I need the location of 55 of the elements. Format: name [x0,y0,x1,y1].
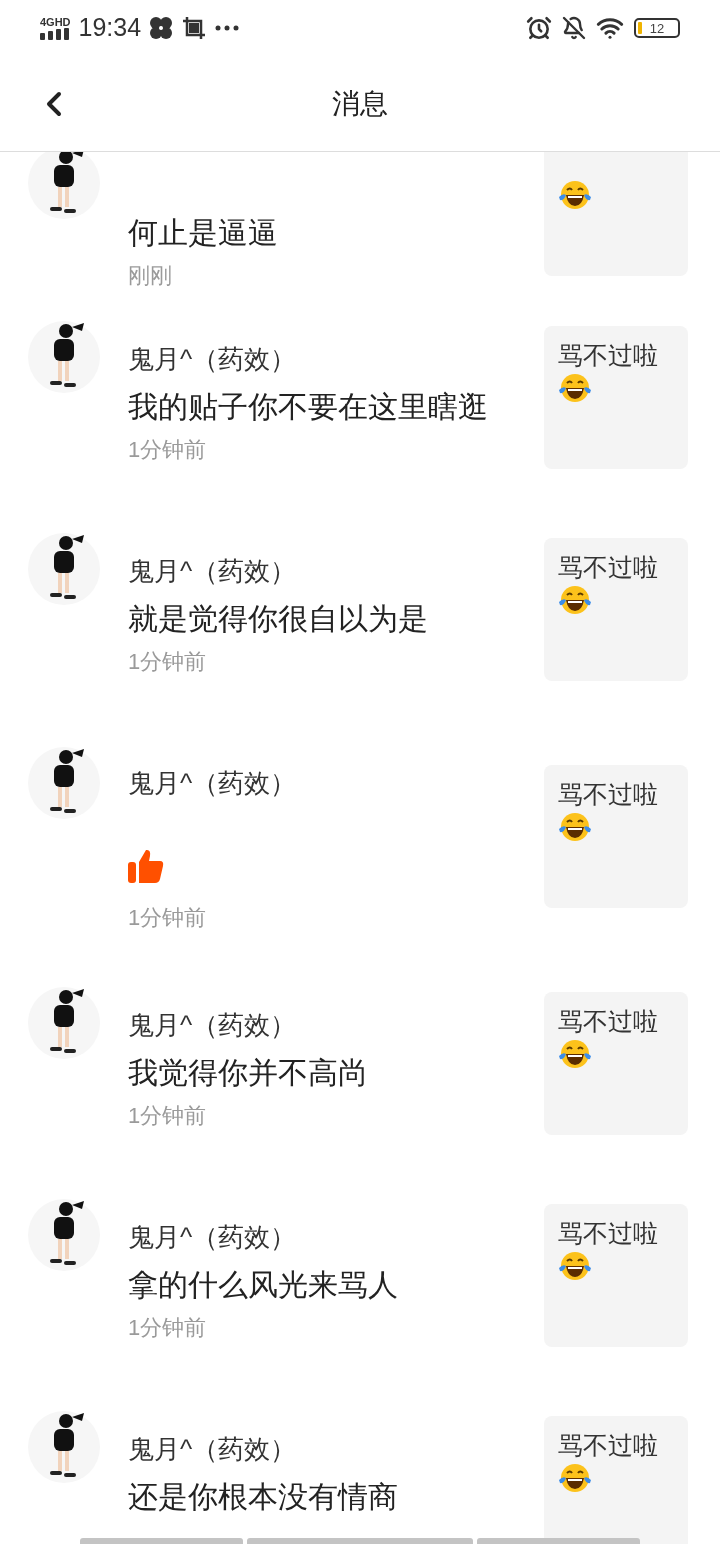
avatar[interactable] [28,319,100,395]
timestamp: 1分钟前 [128,1102,208,1130]
avatar[interactable] [28,1409,100,1485]
avatar[interactable] [28,985,100,1061]
laughing-emoji-icon [558,371,592,404]
avatar[interactable] [28,745,100,821]
message-text: 就是觉得你很自以为是 [128,601,429,637]
timestamp: 1分钟前 [128,436,208,464]
alarm-icon [526,15,552,41]
timestamp: 刚刚 [128,262,173,290]
quoted-comment: 骂不过啦 [558,339,659,371]
timestamp: 1分钟前 [128,904,208,932]
thumbs-up-icon [128,849,164,883]
signal-icon [40,28,70,40]
laughing-emoji-icon [558,810,592,843]
screenshot-app-icon [183,17,206,39]
quoted-comment: 骂不过啦 [558,1005,659,1037]
message-text: 拿的什么风光来骂人 [128,1267,399,1303]
fan-icon [149,16,174,40]
sender-name[interactable]: 鬼月^（药效） [128,1007,508,1043]
message-text: 我的贴子你不要在这里瞎逛 [128,389,489,425]
sender-name[interactable]: 鬼月^（药效） [128,1431,508,1467]
message-text: 还是你根本没有情商 [128,1479,399,1515]
quoted-comment-card[interactable]: 骂不过啦 [544,1415,688,1544]
laughing-emoji-icon [558,178,592,211]
laughing-emoji-icon [558,1461,592,1494]
quoted-comment-card[interactable]: 骂不过啦 [544,537,688,681]
quoted-comment-card[interactable]: 骂不过啦 [544,1203,688,1347]
quoted-comment: 骂不过啦 [558,778,659,810]
more-icon [215,25,240,31]
sender-name[interactable]: 鬼月^（药效） [128,765,508,801]
timestamp: 1分钟前 [128,1314,208,1342]
avatar[interactable] [28,1197,100,1273]
avatar[interactable] [28,531,100,607]
laughing-emoji-icon [558,1037,592,1070]
quoted-comment-card[interactable]: 骂不过啦 [544,325,688,469]
sender-name[interactable]: 鬼月^（药效） [128,1219,508,1255]
message-text: 何止是逼逼 [128,215,279,251]
sender-name[interactable]: 鬼月^（药效） [128,341,508,377]
quoted-comment-card[interactable]: 骂不过啦 [544,764,688,908]
page-title: 消息 [332,86,388,121]
timestamp: 1分钟前 [128,648,208,676]
network-type: 4GHD [40,16,71,28]
quoted-comment-card[interactable]: 骂不过啦 [544,991,688,1135]
bell-off-icon [562,16,586,40]
laughing-emoji-icon [558,1249,592,1282]
sender-name[interactable]: 鬼月^（药效） [128,553,508,589]
laughing-emoji-icon [558,583,592,616]
battery-indicator: 12 [634,18,680,38]
quoted-comment: 骂不过啦 [558,1429,659,1461]
message-text: 我觉得你并不高尚 [128,1055,369,1091]
quoted-comment: 骂不过啦 [558,1217,659,1249]
avatar[interactable] [28,152,100,221]
clock: 19:34 [78,12,142,44]
quoted-comment: 骂不过啦 [558,551,659,583]
